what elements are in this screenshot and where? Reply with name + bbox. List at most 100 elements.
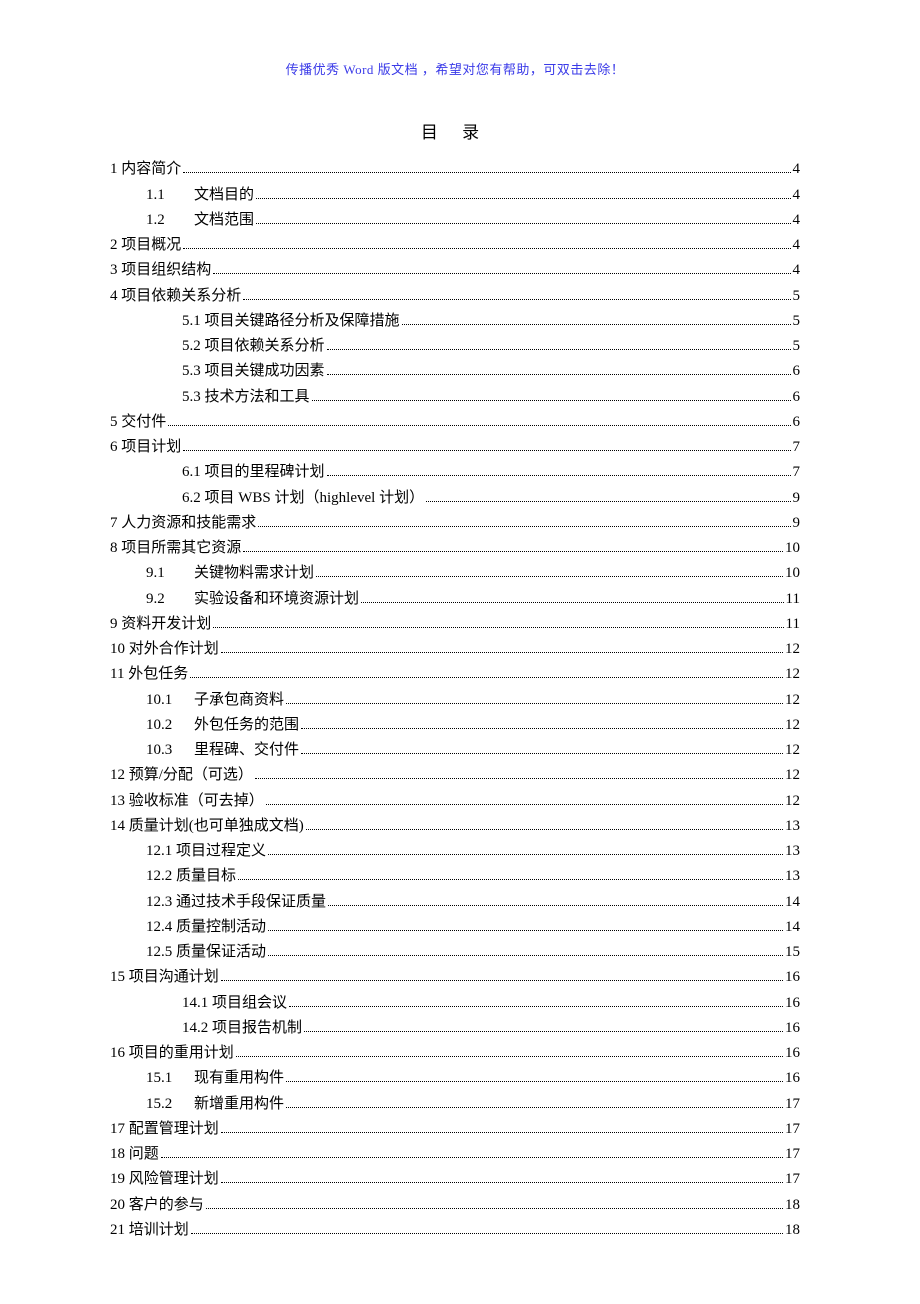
toc-entry-page[interactable]: 12 <box>785 790 800 813</box>
toc-line: 12.3 通过技术手段保证质量 14 <box>110 891 800 914</box>
toc-entry-label[interactable]: 4 项目依赖关系分析 <box>110 285 241 308</box>
toc-entry-label[interactable]: 21 培训计划 <box>110 1219 189 1242</box>
toc-entry-label[interactable]: 7 人力资源和技能需求 <box>110 512 256 535</box>
toc-entry-page[interactable]: 12 <box>785 739 800 762</box>
toc-entry-label[interactable]: 12.2 质量目标 <box>146 865 236 888</box>
toc-entry-label[interactable]: 15.1现有重用构件 <box>146 1067 284 1090</box>
toc-entry-label[interactable]: 10.3里程碑、交付件 <box>146 739 299 762</box>
toc-entry-page[interactable]: 13 <box>785 865 800 888</box>
toc-entry-page[interactable]: 4 <box>793 158 801 181</box>
toc-entry-page[interactable]: 13 <box>785 840 800 863</box>
toc-leader-dots <box>286 703 783 704</box>
toc-entry-page[interactable]: 4 <box>793 184 801 207</box>
toc-entry-page[interactable]: 18 <box>785 1194 800 1217</box>
toc-entry-page[interactable]: 17 <box>785 1093 800 1116</box>
toc-entry-page[interactable]: 16 <box>785 1042 800 1065</box>
toc-leader-dots <box>316 576 783 577</box>
toc-entry-label[interactable]: 14.1 项目组会议 <box>182 992 287 1015</box>
toc-entry-label[interactable]: 12 预算/分配（可选） <box>110 764 253 787</box>
toc-entry-label[interactable]: 5.3 项目关键成功因素 <box>182 360 325 383</box>
toc-entry-label[interactable]: 9 资料开发计划 <box>110 613 211 636</box>
toc-entry-label[interactable]: 8 项目所需其它资源 <box>110 537 241 560</box>
toc-entry-page[interactable]: 12 <box>785 764 800 787</box>
toc-entry-page[interactable]: 4 <box>793 209 801 232</box>
toc-entry-label[interactable]: 10.2外包任务的范围 <box>146 714 299 737</box>
toc-entry-page[interactable]: 16 <box>785 966 800 989</box>
toc-entry-label[interactable]: 9.1关键物料需求计划 <box>146 562 314 585</box>
toc-entry-page[interactable]: 16 <box>785 1017 800 1040</box>
toc-entry-label[interactable]: 10 对外合作计划 <box>110 638 219 661</box>
toc-entry-label[interactable]: 15 项目沟通计划 <box>110 966 219 989</box>
toc-entry-page[interactable]: 10 <box>785 562 800 585</box>
toc-entry-label[interactable]: 1.2文档范围 <box>146 209 254 232</box>
toc-entry-label[interactable]: 9.2实验设备和环境资源计划 <box>146 588 359 611</box>
toc-entry-number: 12.2 <box>146 868 172 884</box>
toc-entry-label[interactable]: 5.3 技术方法和工具 <box>182 386 310 409</box>
toc-entry-label[interactable]: 1.1文档目的 <box>146 184 254 207</box>
toc-entry-page[interactable]: 11 <box>786 613 800 636</box>
toc-entry-page[interactable]: 17 <box>785 1168 800 1191</box>
toc-entry-page[interactable]: 4 <box>793 259 801 282</box>
toc-entry-label[interactable]: 16 项目的重用计划 <box>110 1042 234 1065</box>
toc-entry-page[interactable]: 13 <box>785 815 800 838</box>
toc-entry-page[interactable]: 6 <box>793 386 801 409</box>
toc-entry-page[interactable]: 17 <box>785 1118 800 1141</box>
toc-entry-label[interactable]: 5.1 项目关键路径分析及保障措施 <box>182 310 400 333</box>
toc-entry-label[interactable]: 14 质量计划(也可单独成文档) <box>110 815 304 838</box>
toc-entry-label[interactable]: 19 风险管理计划 <box>110 1168 219 1191</box>
toc-entry-label[interactable]: 6.1 项目的里程碑计划 <box>182 461 325 484</box>
toc-entry-label[interactable]: 18 问题 <box>110 1143 159 1166</box>
toc-entry-label[interactable]: 2 项目概况 <box>110 234 181 257</box>
toc-entry-page[interactable]: 15 <box>785 941 800 964</box>
toc-entry-title: 项目依赖关系分析 <box>205 338 325 354</box>
toc-entry-title: 项目报告机制 <box>212 1020 302 1036</box>
toc-line: 6.2 项目 WBS 计划（highlevel 计划） 9 <box>110 487 800 510</box>
toc-entry-number: 5.3 <box>182 363 201 379</box>
toc-entry-label[interactable]: 12.3 通过技术手段保证质量 <box>146 891 326 914</box>
toc-entry-label[interactable]: 5.2 项目依赖关系分析 <box>182 335 325 358</box>
toc-entry-page[interactable]: 11 <box>786 588 800 611</box>
toc-entry-label[interactable]: 5 交付件 <box>110 411 166 434</box>
toc-entry-label[interactable]: 15.2新增重用构件 <box>146 1093 284 1116</box>
toc-entry-page[interactable]: 7 <box>793 461 801 484</box>
toc-entry-page[interactable]: 5 <box>793 335 801 358</box>
toc-leader-dots <box>183 172 790 173</box>
toc-entry-page[interactable]: 9 <box>793 487 801 510</box>
toc-entry-label[interactable]: 1 内容简介 <box>110 158 181 181</box>
toc-entry-page[interactable]: 12 <box>785 689 800 712</box>
toc-entry-number: 18 <box>110 1146 125 1162</box>
toc-entry-page[interactable]: 16 <box>785 992 800 1015</box>
toc-entry-label[interactable]: 3 项目组织结构 <box>110 259 211 282</box>
toc-entry-label[interactable]: 20 客户的参与 <box>110 1194 204 1217</box>
toc-entry-page[interactable]: 16 <box>785 1067 800 1090</box>
toc-entry-page[interactable]: 12 <box>785 638 800 661</box>
toc-entry-number: 9.1 <box>146 562 194 585</box>
toc-entry-label[interactable]: 6 项目计划 <box>110 436 181 459</box>
toc-entry-page[interactable]: 4 <box>793 234 801 257</box>
toc-entry-number: 5 <box>110 414 118 430</box>
toc-entry-label[interactable]: 12.1 项目过程定义 <box>146 840 266 863</box>
toc-entry-page[interactable]: 12 <box>785 714 800 737</box>
toc-entry-page[interactable]: 12 <box>785 663 800 686</box>
toc-entry-number: 17 <box>110 1121 125 1137</box>
toc-entry-label[interactable]: 11 外包任务 <box>110 663 188 686</box>
toc-entry-page[interactable]: 17 <box>785 1143 800 1166</box>
toc-entry-page[interactable]: 5 <box>793 285 801 308</box>
toc-entry-page[interactable]: 14 <box>785 916 800 939</box>
toc-entry-label[interactable]: 12.5 质量保证活动 <box>146 941 266 964</box>
toc-entry-page[interactable]: 9 <box>793 512 801 535</box>
toc-entry-label[interactable]: 17 配置管理计划 <box>110 1118 219 1141</box>
toc-entry-page[interactable]: 7 <box>793 436 801 459</box>
toc-entry-number: 10.1 <box>146 689 194 712</box>
toc-entry-page[interactable]: 5 <box>793 310 801 333</box>
toc-entry-label[interactable]: 12.4 质量控制活动 <box>146 916 266 939</box>
toc-entry-label[interactable]: 6.2 项目 WBS 计划（highlevel 计划） <box>182 487 424 510</box>
toc-entry-page[interactable]: 10 <box>785 537 800 560</box>
toc-entry-page[interactable]: 14 <box>785 891 800 914</box>
toc-entry-page[interactable]: 6 <box>793 411 801 434</box>
toc-entry-page[interactable]: 6 <box>793 360 801 383</box>
toc-entry-label[interactable]: 10.1子承包商资料 <box>146 689 284 712</box>
toc-entry-label[interactable]: 13 验收标准（可去掉） <box>110 790 264 813</box>
toc-entry-page[interactable]: 18 <box>785 1219 800 1242</box>
toc-entry-label[interactable]: 14.2 项目报告机制 <box>182 1017 302 1040</box>
